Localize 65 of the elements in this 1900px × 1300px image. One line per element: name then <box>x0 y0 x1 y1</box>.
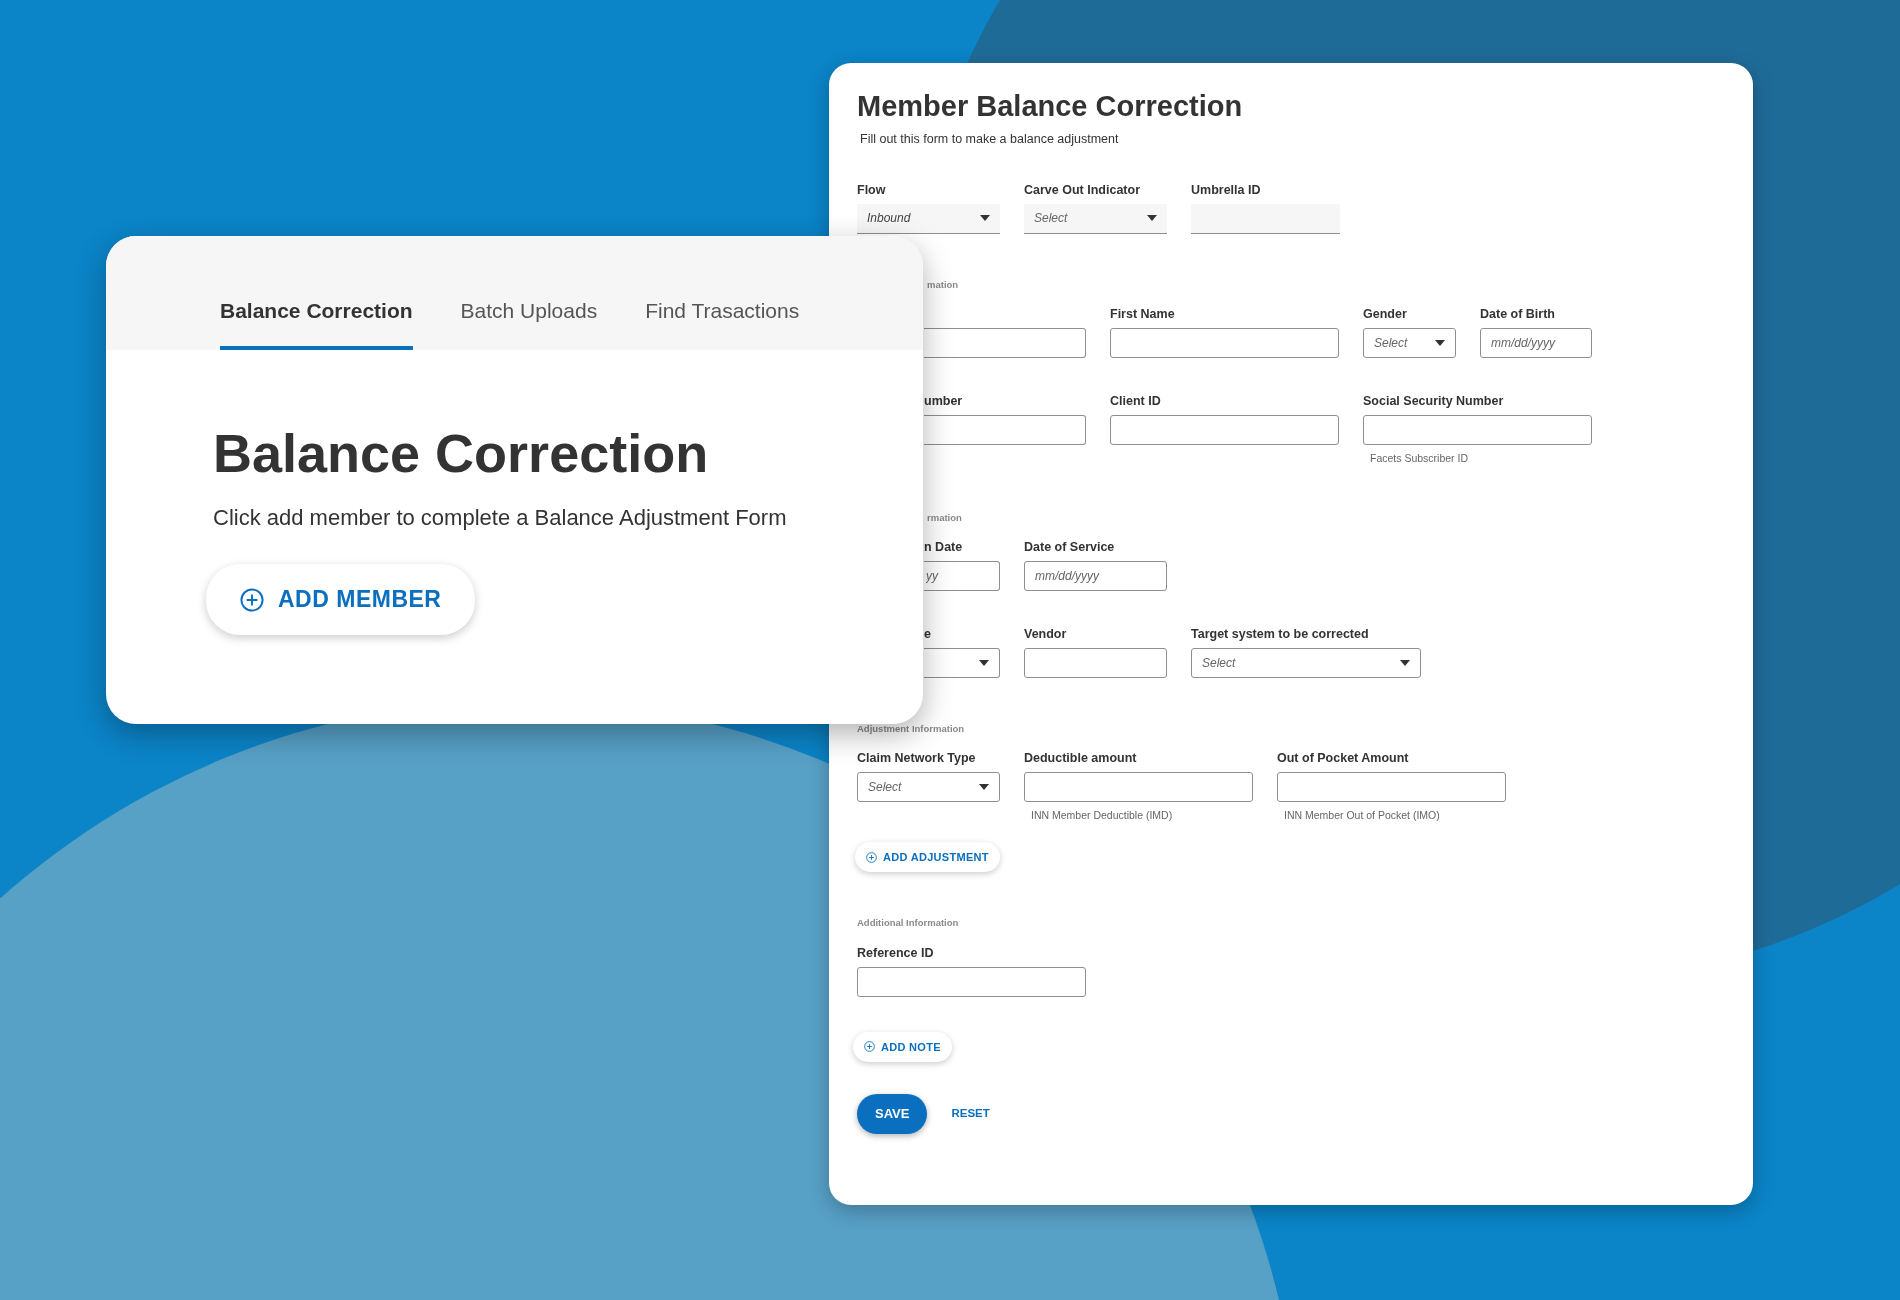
caret-icon <box>979 659 989 666</box>
page-heading: Balance Correction <box>213 424 710 484</box>
field-label: Vendor <box>1024 625 1068 642</box>
field-label: e <box>924 625 932 642</box>
input-field[interactable] <box>1191 203 1340 234</box>
input-field[interactable] <box>1110 327 1339 358</box>
helper-text: Facets Subscriber ID <box>1370 450 1470 466</box>
field-label: Social Security Number <box>1363 392 1505 409</box>
field-label: Target system to be corrected <box>1191 625 1370 642</box>
caret-icon <box>1400 659 1410 666</box>
select-field[interactable] <box>924 647 1000 678</box>
add-icon <box>866 851 877 863</box>
field-label: Date of Birth <box>1480 305 1556 322</box>
caret-icon <box>1435 339 1445 346</box>
field-label: Claim Network Type <box>857 750 977 767</box>
input-field[interactable] <box>1363 414 1592 445</box>
field-label: Reference ID <box>857 944 935 961</box>
field-label: Umbrella ID <box>1191 181 1262 198</box>
form-title: Member Balance Correction <box>857 89 1244 124</box>
helper-text: INN Member Out of Pocket (IMO) <box>1284 808 1441 824</box>
add-icon <box>240 587 264 612</box>
field-label: Carve Out Indicator <box>1024 181 1141 198</box>
field-label: umber <box>924 392 964 409</box>
page-description: Click add member to complete a Balance Adjustment Form <box>213 504 788 533</box>
field-label: Deductible amount <box>1024 750 1138 767</box>
field-label: n Date <box>924 538 964 555</box>
section-label: Additional Information <box>857 916 960 931</box>
input-field[interactable] <box>1024 772 1253 803</box>
select-field[interactable]: Select <box>857 772 1000 803</box>
add-button[interactable]: ADD NOTE <box>853 1031 952 1063</box>
input-field[interactable] <box>924 327 1086 358</box>
add-button[interactable]: ADD ADJUSTMENT <box>855 841 1000 873</box>
input-field[interactable] <box>924 414 1086 445</box>
input-field[interactable] <box>857 966 1086 997</box>
tab[interactable]: Find Trasactions <box>645 294 800 350</box>
field-label: Client ID <box>1110 392 1162 409</box>
helper-text: INN Member Deductible (IMD) <box>1031 808 1174 824</box>
field-label: Date of Service <box>1024 538 1116 555</box>
select-field[interactable]: Select <box>1363 327 1456 358</box>
save-button[interactable]: SAVE <box>857 1094 928 1134</box>
field-label: Out of Pocket Amount <box>1277 750 1410 767</box>
input-field[interactable] <box>1024 647 1167 678</box>
caret-icon <box>980 215 990 222</box>
form-subtitle: Fill out this form to make a balance adjustment <box>860 130 1120 148</box>
section-label: mation <box>927 277 960 292</box>
field-label: First Name <box>1110 305 1176 322</box>
section-label: Adjustment Information <box>857 721 966 736</box>
select-field[interactable]: Select <box>1191 647 1421 678</box>
field-label: Flow <box>857 181 887 198</box>
input-field[interactable]: mm/dd/yyyy <box>1024 560 1167 591</box>
select-field[interactable]: Select <box>1024 203 1167 234</box>
input-field[interactable] <box>1110 414 1339 445</box>
tab[interactable]: Balance Correction <box>220 294 413 350</box>
add-icon <box>864 1041 875 1053</box>
input-field[interactable]: mm/dd/yyyy <box>1480 327 1592 358</box>
add-member-button[interactable]: ADD MEMBER <box>206 564 476 635</box>
field-label: Gender <box>1363 305 1408 322</box>
input-field[interactable] <box>1277 772 1506 803</box>
select-field[interactable]: Inbound <box>857 203 1000 234</box>
reset-button[interactable]: RESET <box>951 1105 990 1123</box>
caret-icon <box>979 784 989 791</box>
input-field[interactable]: yy <box>924 560 1000 591</box>
caret-icon <box>1147 215 1157 222</box>
section-label: rmation <box>927 510 963 525</box>
tab[interactable]: Batch Uploads <box>460 294 598 350</box>
